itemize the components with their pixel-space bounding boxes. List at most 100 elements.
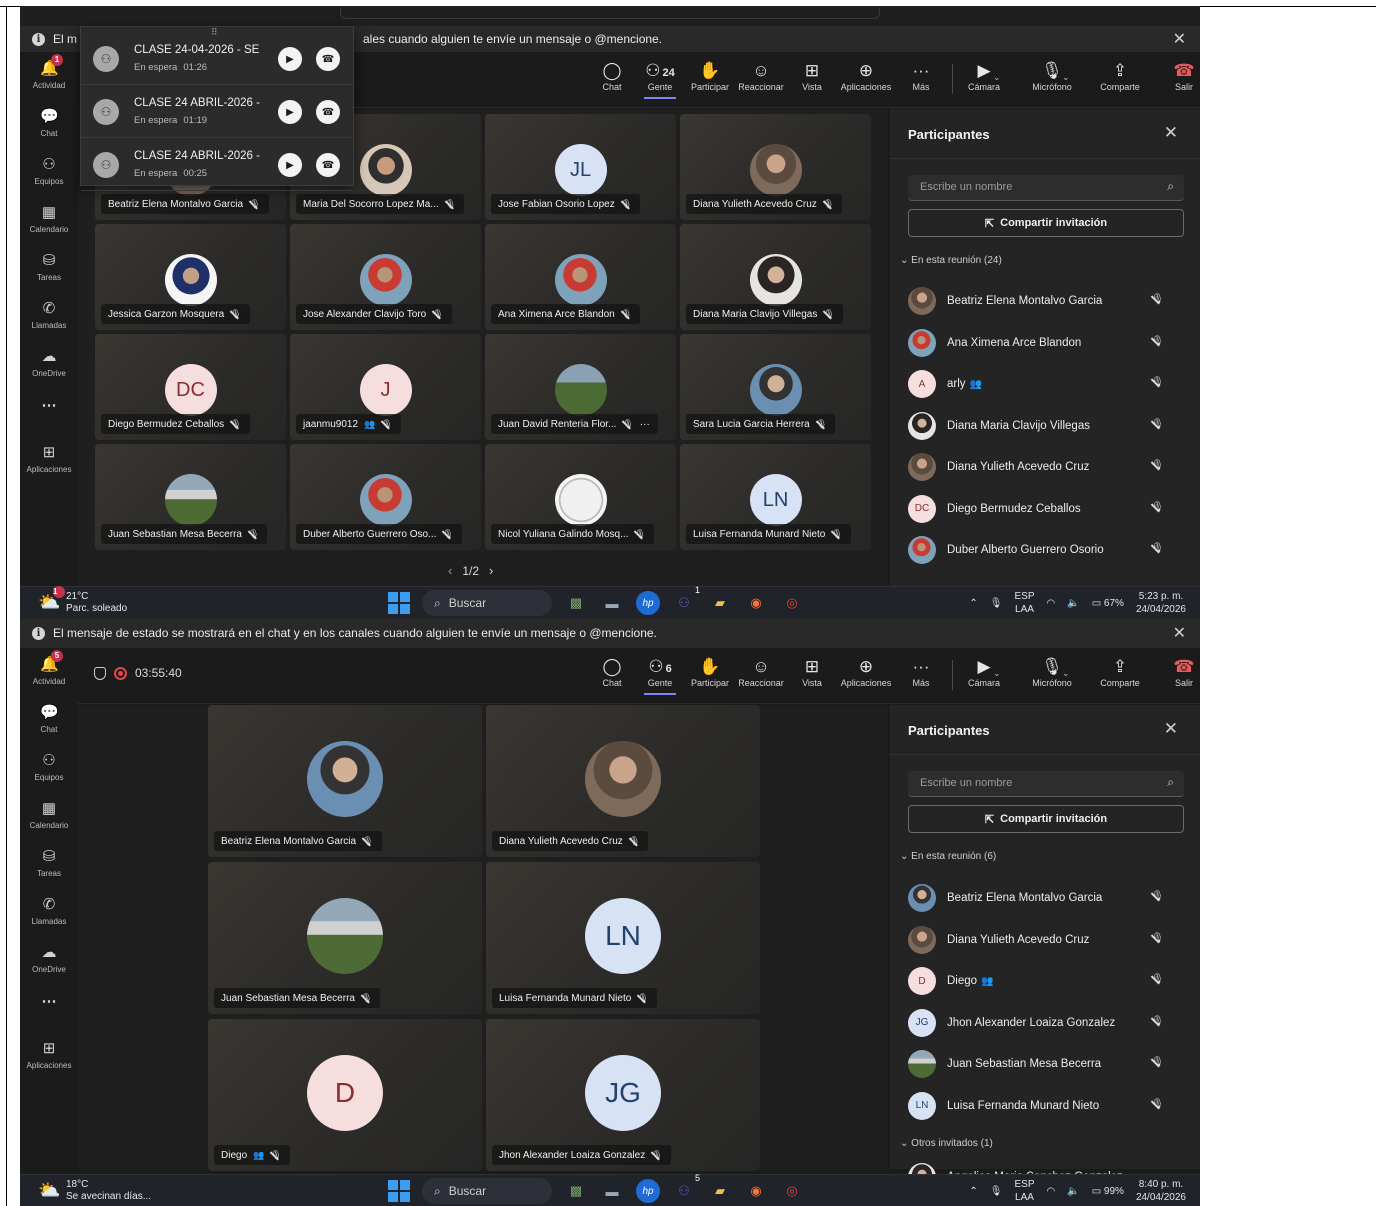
picture-app-icon[interactable]: ▩	[564, 1179, 588, 1203]
rail-item-aplicaciones[interactable]: ⊞ Aplicaciones	[20, 1040, 78, 1070]
resume-call-button[interactable]: ▶	[278, 100, 302, 124]
wifi-icon[interactable]: ◠	[1047, 1186, 1056, 1197]
participant-tile[interactable]: D Diego 👥 🎙	[208, 1019, 482, 1171]
raise-hand-button[interactable]: ✋ Participar	[684, 656, 736, 688]
resume-call-button[interactable]: ▶	[278, 47, 302, 71]
held-call-item[interactable]: ⚇ CLASE 24 ABRIL-2026 - En espera 00:25 ▶ ☎	[81, 139, 353, 191]
camera-options-chevron-icon[interactable]: ⌄	[993, 72, 1001, 83]
clock[interactable]: 5:23 p. m. 24/04/2026	[1136, 590, 1186, 616]
participant-tile[interactable]: Ana Ximena Arce Blandon 🎙	[485, 224, 676, 330]
rail-item-actividad[interactable]: 🔔 1 Actividad	[20, 54, 78, 90]
hp-app-icon[interactable]: hp	[636, 591, 660, 615]
chrome-icon[interactable]: ◎	[780, 591, 804, 615]
rail-item-onedrive[interactable]: ☁ OneDrive	[20, 944, 78, 974]
teams-app-icon[interactable]: ⚇ 5	[672, 1173, 700, 1203]
close-panel-icon[interactable]: ✕	[1164, 123, 1178, 143]
raise-hand-button[interactable]: ✋ Participar	[684, 60, 736, 92]
banner-close-icon[interactable]: ✕	[1173, 623, 1186, 643]
held-call-item[interactable]: ⚇ CLASE 24-04-2026 - SE En espera 01:26 ▶ ☎	[81, 33, 353, 85]
participant-tile[interactable]: Sara Lucia Garcia Herrera 🎙	[680, 334, 871, 440]
input-language[interactable]: ESP LAA	[1014, 590, 1034, 616]
firefox-icon[interactable]: ◉	[744, 1179, 768, 1203]
rail-item-onedrive[interactable]: ☁ OneDrive	[20, 348, 78, 378]
chevron-up-icon[interactable]: ⌃	[969, 1186, 977, 1197]
firefox-icon[interactable]: ◉	[744, 591, 768, 615]
leave-button[interactable]: ☎ Salir	[1158, 60, 1200, 92]
participant-tile[interactable]: Jose Alexander Clavijo Toro 🎙	[290, 224, 481, 330]
camera-button[interactable]: ▶ Cámara	[958, 656, 1010, 688]
tile-more-icon[interactable]: ···	[640, 419, 650, 430]
held-call-item[interactable]: ⚇ CLASE 24 ABRIL-2026 - En espera 01:19 ▶ ☎	[81, 86, 353, 138]
participant-search-input[interactable]: Escribe un nombre ⌕	[908, 175, 1184, 201]
battery-indicator[interactable]: ▭ 99%	[1092, 1186, 1124, 1197]
rail-item-tareas[interactable]: ⛁ Tareas	[20, 848, 78, 878]
pager-prev-icon[interactable]: ‹	[448, 563, 452, 578]
camera-button[interactable]: ▶ Cámara	[958, 60, 1010, 92]
participant-tile[interactable]: DC Diego Bermudez Ceballos 🎙	[95, 334, 286, 440]
taskbar-search[interactable]: ⌕ Buscar	[422, 1178, 552, 1204]
share-button[interactable]: ⇪ Comparte	[1094, 656, 1146, 688]
hp-app-icon[interactable]: hp	[636, 1179, 660, 1203]
rail-item-tareas[interactable]: ⛁ Tareas	[20, 252, 78, 282]
share-invite-button[interactable]: ⇱ Compartir invitación	[908, 805, 1184, 833]
participant-row[interactable]: D Diego 👥 🎙	[908, 966, 1184, 996]
rail-item-aplicaciones[interactable]: ⊞ Aplicaciones	[20, 444, 78, 474]
resume-call-button[interactable]: ▶	[278, 153, 302, 177]
rail-item-actividad[interactable]: 🔔 5 Actividad	[20, 650, 78, 686]
input-language[interactable]: ESP LAA	[1014, 1178, 1034, 1204]
participant-row[interactable]: Ana Ximena Arce Blandon 🎙	[908, 328, 1184, 358]
weather-widget[interactable]: ⛅ 1 21°C Parc. soleado	[38, 586, 127, 615]
participant-row[interactable]: DC Diego Bermudez Ceballos 🎙	[908, 494, 1184, 524]
window-app-icon[interactable]: ▬	[600, 591, 624, 615]
participant-row[interactable]: Diana Maria Clavijo Villegas 🎙	[908, 411, 1184, 441]
window-app-icon[interactable]: ▬	[600, 1179, 624, 1203]
mic-button[interactable]: 🎙 Micrófono	[1026, 60, 1078, 92]
participant-row[interactable]: Duber Alberto Guerrero Osorio 🎙	[908, 535, 1184, 565]
end-call-button[interactable]: ☎	[316, 100, 340, 124]
view-button[interactable]: ⊞ Vista	[786, 656, 838, 688]
taskbar-search[interactable]: ⌕ Buscar	[422, 590, 552, 616]
section-in-meeting[interactable]: ⌄ En esta reunión (24)	[900, 255, 1002, 266]
participant-tile[interactable]: Diana Yulieth Acevedo Cruz 🎙	[680, 114, 871, 220]
participant-tile[interactable]: JG Jhon Alexander Loaiza Gonzalez 🎙	[486, 1019, 760, 1171]
apps-button[interactable]: ⊕ Aplicaciones	[840, 656, 892, 688]
rail-item-equipos[interactable]: ⚇ Equipos	[20, 156, 78, 186]
close-panel-icon[interactable]: ✕	[1164, 719, 1178, 739]
participant-row[interactable]: Juan Sebastian Mesa Becerra 🎙	[908, 1049, 1184, 1079]
chat-button[interactable]: ◯ Chat	[586, 656, 638, 688]
microphone-tray-icon[interactable]: 🎙	[990, 1186, 1003, 1197]
view-button[interactable]: ⊞ Vista	[786, 60, 838, 92]
participant-tile[interactable]: Juan Sebastian Mesa Becerra 🎙	[95, 444, 286, 550]
react-button[interactable]: ☺ Reaccionar	[735, 656, 787, 688]
chat-button[interactable]: ◯ Chat	[586, 60, 638, 92]
battery-indicator[interactable]: ▭ 67%	[1092, 598, 1124, 609]
leave-button[interactable]: ☎ Salir	[1158, 656, 1200, 688]
participant-tile[interactable]: LN Luisa Fernanda Munard Nieto 🎙	[680, 444, 871, 550]
chrome-icon[interactable]: ◎	[780, 1179, 804, 1203]
pager-next-icon[interactable]: ›	[489, 563, 493, 578]
more-button[interactable]: ··· Más	[895, 60, 947, 92]
participant-row[interactable]: LN Luisa Fernanda Munard Nieto 🎙	[908, 1091, 1184, 1121]
end-call-button[interactable]: ☎	[316, 153, 340, 177]
section-in-meeting[interactable]: ⌄ En esta reunión (6)	[900, 851, 996, 862]
participant-tile[interactable]: Nicol Yuliana Galindo Mosq... 🎙	[485, 444, 676, 550]
end-call-button[interactable]: ☎	[316, 47, 340, 71]
camera-options-chevron-icon[interactable]: ⌄	[993, 668, 1001, 679]
folder-icon[interactable]: ▰	[708, 591, 732, 615]
rail-item-llamadas[interactable]: ✆ Llamadas	[20, 300, 78, 330]
microphone-tray-icon[interactable]: 🎙	[990, 598, 1003, 609]
react-button[interactable]: ☺ Reaccionar	[735, 60, 787, 92]
rail-item-chat[interactable]: 💬 Chat	[20, 108, 78, 138]
participant-tile[interactable]: Jjaanmu9012 👥 🎙	[290, 334, 481, 440]
apps-button[interactable]: ⊕ Aplicaciones	[840, 60, 892, 92]
participant-tile[interactable]: Juan David Renteria Flor... 🎙 ···	[485, 334, 676, 440]
participant-row[interactable]: Diana Yulieth Acevedo Cruz 🎙	[908, 925, 1184, 955]
participant-tile[interactable]: Diana Maria Clavijo Villegas 🎙	[680, 224, 871, 330]
participant-row[interactable]: Aarly 👥 🎙	[908, 369, 1184, 399]
volume-icon[interactable]: 🔈	[1067, 598, 1079, 609]
participant-tile[interactable]: Juan Sebastian Mesa Becerra 🎙	[208, 862, 482, 1014]
rail-item-calendario[interactable]: ▦ Calendario	[20, 800, 78, 830]
participant-tile[interactable]: Beatriz Elena Montalvo Garcia 🎙	[208, 705, 482, 857]
participant-row[interactable]: Beatriz Elena Montalvo Garcia 🎙	[908, 286, 1184, 316]
participant-tile[interactable]: Jessica Garzon Mosquera 🎙	[95, 224, 286, 330]
